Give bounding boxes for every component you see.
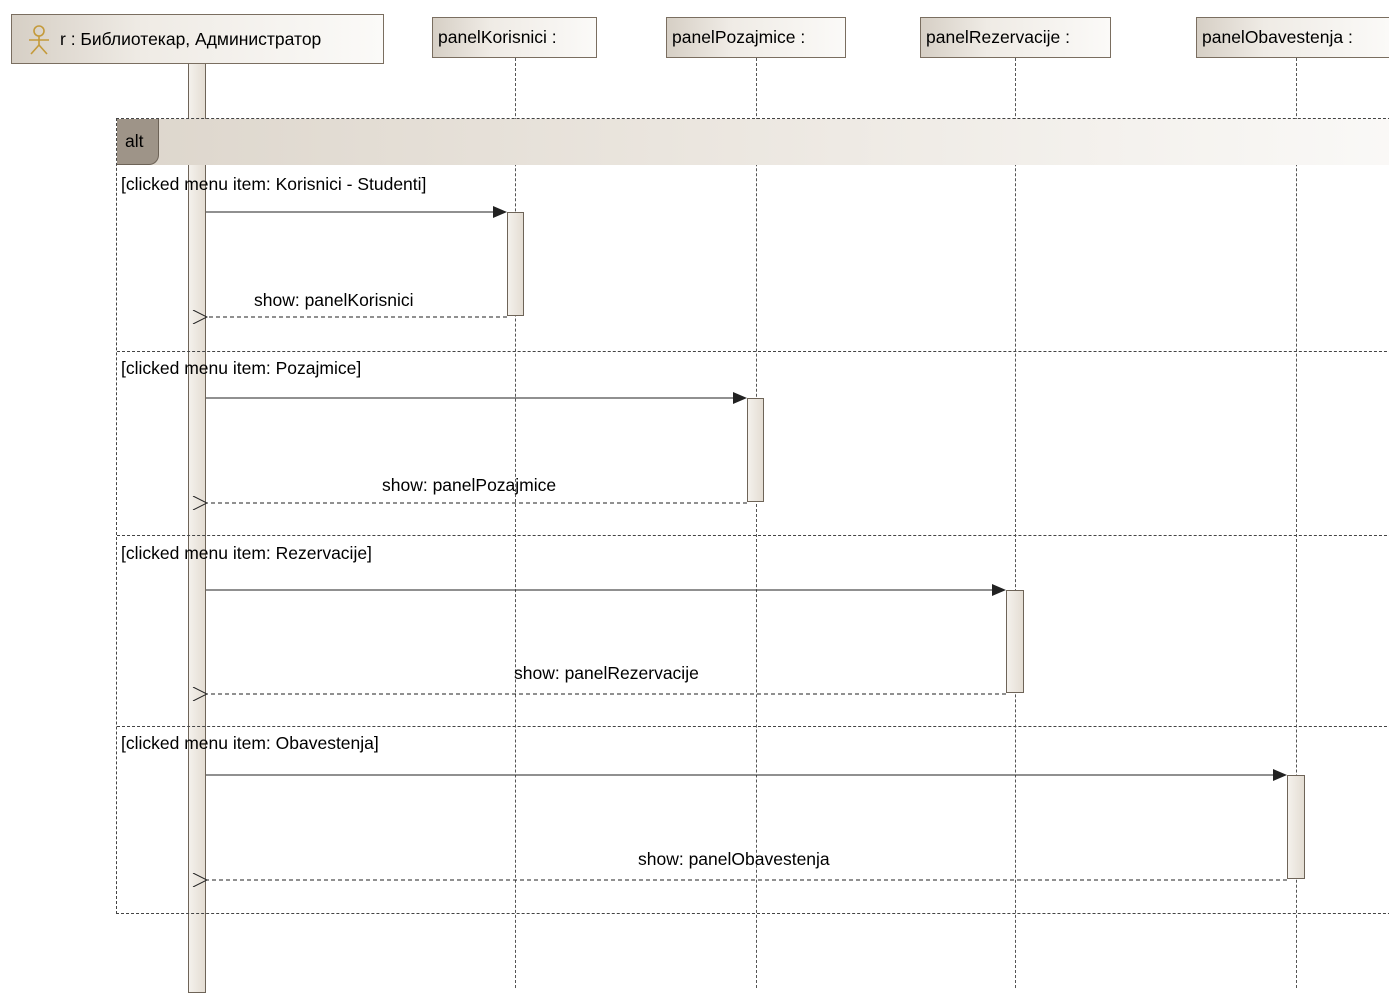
reply-label-panelObavestenja: show: panelObavestenja	[638, 849, 830, 869]
actor-lifeline-head[interactable]: r : Библиотекар, Администратор	[11, 14, 384, 64]
lifeline-head-panelObavestenja[interactable]: panelObavestenja :	[1196, 17, 1389, 58]
actor-stick-figure-icon	[27, 25, 51, 55]
lifeline-label: panelPozajmice :	[672, 27, 806, 47]
lifeline-head-panelPozajmice[interactable]: panelPozajmice :	[666, 17, 846, 58]
lifeline-head-panelKorisnici[interactable]: panelKorisnici :	[432, 17, 597, 58]
lifeline-label: panelKorisnici :	[438, 27, 557, 47]
lifeline-head-panelRezervacije[interactable]: panelRezervacije :	[920, 17, 1111, 58]
reply-label-panelRezervacije: show: panelRezervacije	[514, 663, 699, 683]
actor-label: r : Библиотекар, Администратор	[60, 29, 322, 49]
reply-label-panelKorisnici: show: panelKorisnici	[254, 290, 414, 310]
lifeline-label: panelObavestenja :	[1202, 27, 1353, 47]
lifeline-label: panelRezervacije :	[926, 27, 1070, 47]
reply-label-panelPozajmice: show: panelPozajmice	[382, 475, 557, 495]
message-arrows	[0, 206, 1287, 986]
